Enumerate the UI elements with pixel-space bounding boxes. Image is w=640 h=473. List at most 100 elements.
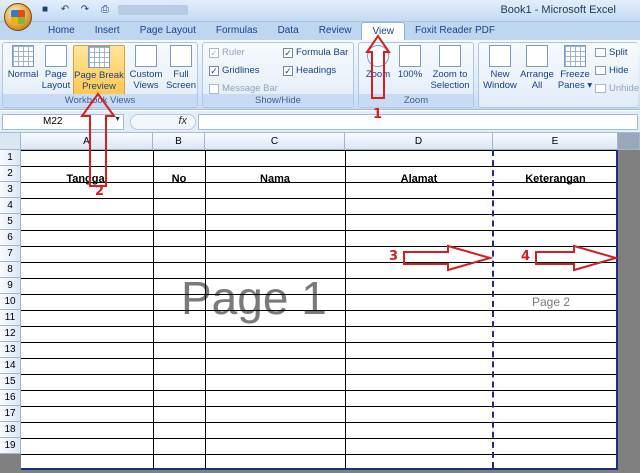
name-box[interactable]: M22 ▼ bbox=[2, 114, 124, 130]
group-label-zoom: Zoom bbox=[359, 94, 473, 107]
tab-insert[interactable]: Insert bbox=[85, 22, 130, 40]
split-button[interactable]: Split bbox=[595, 47, 627, 58]
column-header-e[interactable]: E bbox=[493, 133, 618, 150]
custom-views-button[interactable]: Custom Views bbox=[129, 45, 163, 91]
tab-view[interactable]: View bbox=[361, 22, 405, 40]
office-logo-icon bbox=[11, 10, 25, 24]
office-button[interactable] bbox=[4, 3, 32, 31]
page-break-preview-button[interactable]: Page Break Preview bbox=[73, 45, 125, 97]
tab-page-layout[interactable]: Page Layout bbox=[130, 22, 206, 40]
row-header[interactable]: 3 bbox=[0, 182, 21, 198]
row-header[interactable]: 11 bbox=[0, 310, 21, 326]
ruler-checkbox[interactable]: ✓ Ruler bbox=[209, 47, 245, 58]
row-header[interactable]: 8 bbox=[0, 262, 21, 278]
formula-input[interactable] bbox=[198, 114, 638, 130]
row-header[interactable]: 17 bbox=[0, 406, 21, 422]
grid-column-line bbox=[205, 150, 206, 468]
row-header[interactable]: 13 bbox=[0, 342, 21, 358]
unhide-button[interactable]: Unhide bbox=[595, 83, 639, 94]
tab-data[interactable]: Data bbox=[268, 22, 309, 40]
page-break-line[interactable] bbox=[492, 150, 494, 468]
grid-row-line bbox=[21, 326, 616, 327]
column-header-a[interactable]: A bbox=[21, 133, 153, 150]
header-nama[interactable]: Nama bbox=[205, 172, 345, 187]
row-header[interactable]: 2 bbox=[0, 166, 21, 182]
tab-formulas[interactable]: Formulas bbox=[206, 22, 268, 40]
header-tanggal[interactable]: Tanggal bbox=[21, 172, 153, 187]
grid-row-line bbox=[21, 438, 616, 439]
row-header[interactable]: 7 bbox=[0, 246, 21, 262]
grid-row-line bbox=[21, 198, 616, 199]
zoom-button[interactable]: Zoom bbox=[363, 45, 393, 80]
row-header[interactable]: 9 bbox=[0, 278, 21, 294]
arrange-all-icon bbox=[526, 45, 548, 67]
zoom-group: Zoom 100% Zoom to Selection Zoom bbox=[358, 42, 474, 108]
grid-column-line bbox=[153, 150, 154, 468]
row-header[interactable]: 5 bbox=[0, 214, 21, 230]
annotation-3: 3 bbox=[389, 249, 399, 264]
ribbon: Normal Page Layout Page Break Preview Cu… bbox=[0, 40, 640, 110]
zoom-100-button[interactable]: 100% bbox=[395, 45, 425, 80]
page-2-watermark: Page 2 bbox=[532, 295, 571, 309]
freeze-panes-button[interactable]: Freeze Panes ▾ bbox=[557, 45, 593, 91]
full-screen-icon bbox=[170, 45, 192, 67]
header-alamat[interactable]: Alamat bbox=[345, 172, 493, 187]
workbook-views-group: Normal Page Layout Page Break Preview Cu… bbox=[2, 42, 198, 108]
insert-function-button[interactable]: fx bbox=[130, 114, 196, 130]
annotation-2: 2 bbox=[95, 184, 105, 199]
headings-checkbox[interactable]: ✓ Headings bbox=[283, 65, 336, 76]
grid-row-line bbox=[21, 230, 616, 231]
row-header[interactable]: 19 bbox=[0, 438, 21, 454]
header-keterangan[interactable]: Keterangan bbox=[493, 172, 616, 187]
normal-view-button[interactable]: Normal bbox=[6, 45, 40, 80]
row-header[interactable]: 4 bbox=[0, 198, 21, 214]
row-header[interactable]: 18 bbox=[0, 422, 21, 438]
chevron-down-icon[interactable]: ▼ bbox=[114, 116, 121, 123]
row-header[interactable]: 10 bbox=[0, 294, 21, 310]
page-layout-icon bbox=[45, 45, 67, 67]
grid-row-line bbox=[21, 294, 616, 295]
tab-foxit-reader-pdf[interactable]: Foxit Reader PDF bbox=[405, 22, 505, 40]
formula-bar: M22 ▼ fx bbox=[0, 111, 640, 133]
full-screen-button[interactable]: Full Screen bbox=[165, 45, 197, 91]
ribbon-tabs: Home Insert Page Layout Formulas Data Re… bbox=[0, 22, 640, 40]
show-hide-group: ✓ Ruler ✓ Gridlines Message Bar ✓ Formul… bbox=[202, 42, 354, 108]
new-window-icon bbox=[489, 45, 511, 67]
message-bar-checkbox[interactable]: Message Bar bbox=[209, 83, 278, 94]
tab-home[interactable]: Home bbox=[38, 22, 85, 40]
row-header[interactable]: 12 bbox=[0, 326, 21, 342]
grid-row-line bbox=[21, 278, 616, 279]
hide-button[interactable]: Hide bbox=[595, 65, 629, 76]
title-bar: ■ ↶ ↷ ⎙ Book1 - Microsoft Excel bbox=[0, 0, 640, 22]
row-header[interactable]: 16 bbox=[0, 390, 21, 406]
group-label-workbook-views: Workbook Views bbox=[3, 94, 197, 107]
page-layout-view-button[interactable]: Page Layout bbox=[41, 45, 71, 91]
column-header-d[interactable]: D bbox=[345, 133, 493, 150]
tab-review[interactable]: Review bbox=[309, 22, 362, 40]
grid-row-line bbox=[21, 422, 616, 423]
zoom-to-selection-button[interactable]: Zoom to Selection bbox=[427, 45, 473, 91]
grid-row-line bbox=[21, 406, 616, 407]
page-break-preview-icon bbox=[88, 46, 110, 68]
row-header[interactable]: 15 bbox=[0, 374, 21, 390]
column-header-c[interactable]: C bbox=[205, 133, 345, 150]
ruler-check-icon: ✓ bbox=[209, 47, 219, 58]
row-header[interactable]: 14 bbox=[0, 358, 21, 374]
new-window-button[interactable]: New Window bbox=[481, 45, 519, 91]
grid-row-line bbox=[21, 374, 616, 375]
formula-bar-checkbox[interactable]: ✓ Formula Bar bbox=[283, 47, 348, 58]
group-label-show-hide: Show/Hide bbox=[203, 94, 353, 107]
formula-bar-check-icon: ✓ bbox=[283, 47, 293, 58]
column-header-b[interactable]: B bbox=[153, 133, 205, 150]
select-all-corner[interactable] bbox=[0, 133, 21, 150]
gridlines-checkbox[interactable]: ✓ Gridlines bbox=[209, 65, 260, 76]
header-no[interactable]: No bbox=[153, 172, 205, 187]
print-page-area: Tanggal No Nama Alamat Keterangan Page 1… bbox=[21, 150, 618, 470]
arrange-all-button[interactable]: Arrange All bbox=[519, 45, 555, 91]
unhide-icon bbox=[595, 84, 606, 93]
row-header[interactable]: 1 bbox=[0, 150, 21, 166]
grid-row-line bbox=[21, 358, 616, 359]
grid-row-line bbox=[21, 342, 616, 343]
grid-column-line bbox=[345, 150, 346, 468]
row-header[interactable]: 6 bbox=[0, 230, 21, 246]
